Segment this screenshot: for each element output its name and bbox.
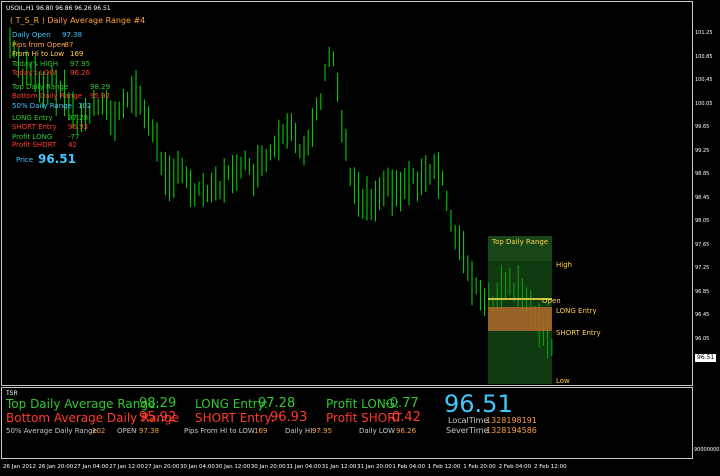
bottom-range-value: 95.92: [139, 410, 177, 425]
candles-layer: [9, 27, 553, 359]
short-entry-band: [488, 307, 552, 331]
open-label: OPEN: [117, 427, 137, 435]
big-price: 96.51: [444, 390, 513, 418]
time-axis-label: 27 Jan 20:00: [144, 464, 180, 470]
local-time-label: LocalTime: [448, 416, 489, 425]
daily-low-label: Daily LOW: [359, 427, 396, 435]
time-axis-label: 31 Jan 04:00: [286, 464, 322, 470]
price-axis-label: 99.65: [695, 124, 710, 130]
price-axis-label: 100.45: [695, 77, 713, 83]
time-axis-label: 30 Jan 12:00: [215, 464, 251, 470]
stat-value: 95.92: [90, 92, 111, 100]
time-axis-label: 2 Feb 04:00: [498, 464, 532, 470]
price-chart[interactable]: [2, 2, 692, 385]
tsr-subwindow[interactable]: TSR Top Daily Average Range: 98.29 Botto…: [1, 387, 693, 459]
pips-value: 169: [254, 427, 268, 435]
open-value: 97.38: [139, 427, 160, 435]
stat-label: Daily Open: [12, 31, 51, 39]
price-label: Price: [16, 156, 34, 164]
top-range-label: Top Daily Average Range:: [6, 397, 160, 411]
price-axis-label: 100.85: [695, 53, 713, 60]
price-axis-label: 98.05: [695, 218, 710, 224]
server-time-value: 1328194586: [486, 426, 537, 435]
stat-value: 42: [68, 141, 77, 149]
stat-value: 102: [78, 102, 92, 110]
stat-label: Top Daily Range: [12, 83, 69, 91]
time-axis-label: 1 Feb 04:00: [392, 464, 425, 470]
price-axis-label: 99.25: [695, 147, 710, 154]
stat-label: Pips from Open: [12, 41, 66, 49]
time-axis: 26 Jan 2012 26 Jan 20:00 27 Jan 04:00 27 Ja…: [0, 459, 693, 476]
stat-value: -77: [68, 133, 80, 141]
zone-short-entry-label: SHORT Entry: [556, 329, 601, 337]
time-axis-label: 30 Jan 04:00: [180, 464, 215, 470]
price-axis-label: 97.25: [695, 265, 710, 271]
stat-value: 97.38: [62, 31, 83, 39]
daily-high-value: 97.95: [312, 427, 333, 435]
profit-long-value: -0.77: [385, 396, 419, 411]
stat-label: Profit LONG: [12, 133, 53, 141]
stat-value: 96.26: [70, 69, 91, 77]
price-axis-label: 96.45: [695, 312, 710, 318]
price-axis-label: 100.05: [695, 100, 713, 107]
daily-low-value: 96.26: [396, 427, 417, 435]
stat-label: Bottom Daily Range: [12, 92, 83, 100]
stat-label: SHORT Entry: [12, 123, 57, 131]
daily-high-label: Daily HI:: [285, 427, 315, 435]
profit-short-value: 0.42: [392, 410, 421, 425]
time-axis-label: 27 Jan 04:00: [73, 464, 109, 470]
main-chart-window[interactable]: USOIL,H1 96.80 96.86 96.26 96.51 ( T_S_R…: [1, 1, 717, 386]
price-axis-label: 101.25: [695, 30, 713, 36]
time-axis-label: 2 Feb 12:00: [534, 464, 567, 470]
price-axis-label: 98.85: [695, 171, 710, 177]
zone-long-entry-label: LONG Entry: [556, 307, 597, 315]
price-axis: 101.25 100.85 100.45 100.05 99.65 99.25 98.85 9…: [693, 0, 720, 386]
time-axis-label: 30 Jan 20:00: [250, 464, 286, 470]
stat-value: 98.29: [90, 83, 111, 91]
time-axis-label: 31 Jan 20:00: [357, 464, 392, 470]
time-axis-label: 26 Jan 20:00: [38, 464, 74, 470]
short-entry-label: SHORT Entry:: [195, 411, 275, 425]
short-entry-value: 96.93: [270, 410, 308, 425]
profit-short-label: Profit SHORT: [326, 411, 402, 425]
time-axis-label: 1 Feb 12:00: [427, 464, 461, 470]
stat-value: -87: [62, 41, 74, 49]
stat-label: LONG Entry: [12, 114, 53, 122]
pips-label: Pips From HI to LOW: [184, 427, 255, 435]
stat-label: Today's LOW: [12, 69, 57, 77]
price-value: 96.51: [38, 152, 76, 166]
price-axis-label: 96.85: [695, 288, 710, 295]
time-axis-label: 27 Jan 12:00: [109, 464, 145, 470]
pct-range-value: 102: [92, 427, 106, 435]
stat-label: From Hi to Low: [12, 50, 65, 58]
time-axis-label: 1 Feb 20:00: [463, 464, 496, 470]
zone-low-label: Low: [556, 377, 570, 385]
pct-range-label: 50% Average Daily Range: [6, 427, 97, 435]
stat-label: 50% Daily Range: [12, 102, 72, 110]
time-axis-label: 26 Jan 2012: [3, 464, 36, 470]
stat-value: 97.95: [70, 60, 91, 68]
stat-label: Today's HIGH: [12, 60, 59, 68]
long-entry-label: LONG Entry:: [195, 397, 268, 411]
price-axis-label: 96.05: [695, 335, 710, 342]
stat-value: 97.28: [68, 114, 89, 122]
zone-high-label: High: [556, 261, 573, 269]
stat-value: 169: [70, 50, 84, 58]
server-time-label: SeverTime: [446, 426, 489, 435]
long-entry-value: 97.28: [258, 396, 296, 411]
time-axis-label: 31 Jan 12:00: [321, 464, 357, 470]
price-axis-label: 98.45: [695, 194, 710, 201]
top-range-value: 98.29: [139, 396, 177, 411]
zone-open-label: Open: [542, 297, 561, 305]
stat-value: 96.93: [68, 123, 89, 131]
local-time-value: 1328198191: [486, 416, 537, 425]
price-axis-label: 97.65: [695, 241, 710, 248]
stat-label: Profit SHORT: [12, 141, 57, 149]
zone-title: Top Daily Range: [492, 238, 549, 246]
subwindow-bottom-value: 90000000: [694, 447, 720, 453]
